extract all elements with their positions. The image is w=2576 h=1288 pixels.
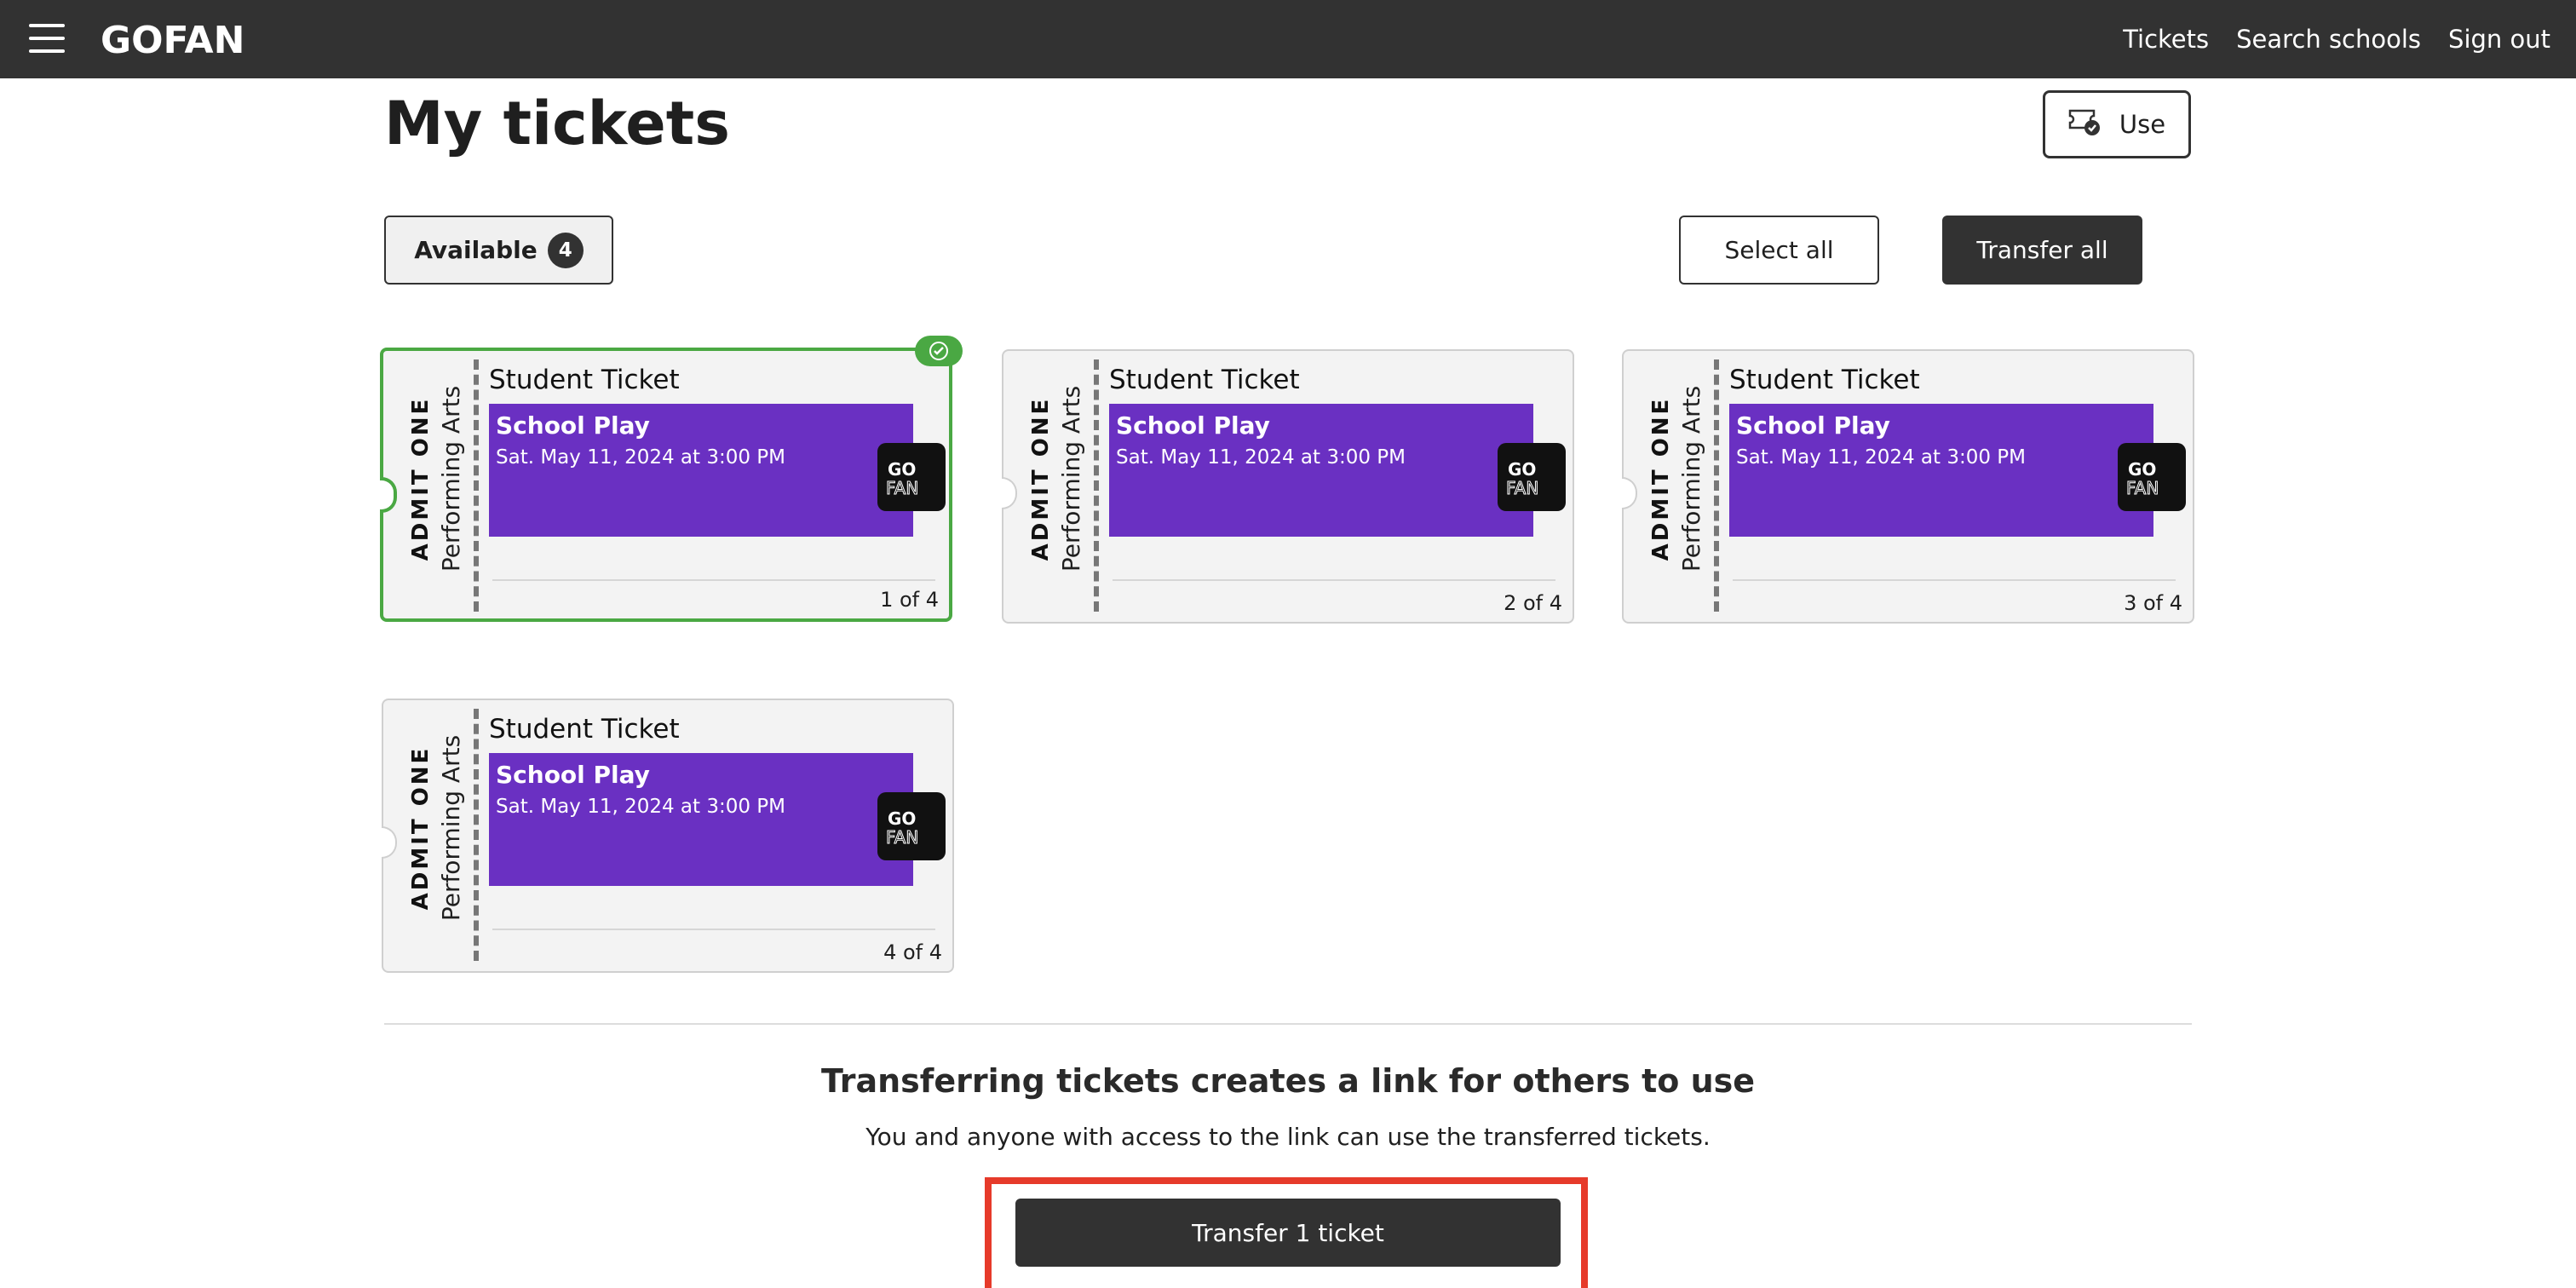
svg-text:GO: GO xyxy=(1508,459,1536,480)
nav-link-sign-out[interactable]: Sign out xyxy=(2448,25,2550,54)
event-date: Sat. May 11, 2024 at 3:00 PM xyxy=(496,796,786,818)
svg-text:FAN: FAN xyxy=(1506,478,1538,497)
selected-check-icon xyxy=(915,336,963,366)
ticket-category: Performing Arts xyxy=(437,734,465,922)
select-all-button[interactable]: Select all xyxy=(1679,216,1879,285)
gofan-badge-icon: GO FAN xyxy=(2118,443,2186,511)
ticket-stub: ADMIT ONE Performing Arts xyxy=(399,700,474,971)
ticket-category: Performing Arts xyxy=(1057,385,1085,572)
admit-label: ADMIT ONE xyxy=(1648,396,1674,561)
top-nav-bar: GOFAN Tickets Search schools Sign out xyxy=(0,0,2576,78)
transfer-info-title: Transferring tickets creates a link for … xyxy=(820,1062,1756,1100)
ticket-count: 1 of 4 xyxy=(880,588,939,612)
ticket-count: 4 of 4 xyxy=(883,940,942,964)
svg-text:GOFAN: GOFAN xyxy=(101,19,244,60)
use-button[interactable]: Use xyxy=(2043,90,2191,158)
admit-label: ADMIT ONE xyxy=(408,745,434,911)
event-name: School Play xyxy=(496,411,650,440)
event-name: School Play xyxy=(1736,411,1890,440)
ticket-type: Student Ticket xyxy=(1729,365,1920,395)
svg-text:FAN: FAN xyxy=(2126,478,2159,497)
ticket-card[interactable]: ADMIT ONE Performing Arts Student Ticket… xyxy=(380,336,963,622)
perforation-divider xyxy=(1714,359,1719,612)
svg-text:FAN: FAN xyxy=(886,827,918,847)
event-date: Sat. May 11, 2024 at 3:00 PM xyxy=(1116,446,1406,469)
svg-text:GO: GO xyxy=(2128,459,2156,480)
svg-text:GO: GO xyxy=(888,459,916,480)
ticket-type: Student Ticket xyxy=(489,714,680,745)
event-card: School Play Sat. May 11, 2024 at 3:00 PM xyxy=(1109,404,1533,537)
tab-available[interactable]: Available 4 xyxy=(384,216,613,285)
event-name: School Play xyxy=(1116,411,1270,440)
nav-link-search-schools[interactable]: Search schools xyxy=(2236,25,2421,54)
use-button-label: Use xyxy=(2119,110,2166,139)
ticket-stub: ADMIT ONE Performing Arts xyxy=(399,351,474,618)
ticket-category: Performing Arts xyxy=(1677,385,1705,572)
ticket-type: Student Ticket xyxy=(1109,365,1300,395)
available-count-badge: 4 xyxy=(547,232,584,268)
event-date: Sat. May 11, 2024 at 3:00 PM xyxy=(1736,446,2027,469)
admit-label: ADMIT ONE xyxy=(408,396,434,561)
perforation-divider xyxy=(1094,359,1099,612)
perforation-divider xyxy=(474,709,479,961)
event-name: School Play xyxy=(496,761,650,789)
ticket-card[interactable]: ADMIT ONE Performing Arts Student Ticket… xyxy=(382,699,954,973)
svg-text:GO: GO xyxy=(888,808,916,829)
transfer-info-subtitle: You and anyone with access to the link c… xyxy=(865,1123,1711,1151)
perforation-divider xyxy=(474,359,479,612)
transfer-all-button[interactable]: Transfer all xyxy=(1942,216,2142,285)
gofan-badge-icon: GO FAN xyxy=(877,443,946,511)
hamburger-menu-icon[interactable] xyxy=(29,24,65,53)
page-title: My tickets xyxy=(384,89,730,158)
ticket-check-icon xyxy=(2068,107,2102,142)
event-card: School Play Sat. May 11, 2024 at 3:00 PM xyxy=(489,404,913,537)
tab-available-label: Available xyxy=(414,236,538,264)
event-card: School Play Sat. May 11, 2024 at 3:00 PM xyxy=(1729,404,2153,537)
section-divider xyxy=(384,1023,2192,1025)
nav-links: Tickets Search schools Sign out xyxy=(2123,0,2550,78)
admit-label: ADMIT ONE xyxy=(1028,396,1054,561)
ticket-count: 2 of 4 xyxy=(1504,591,1562,615)
ticket-count: 3 of 4 xyxy=(2124,591,2182,615)
gofan-badge-icon: GO FAN xyxy=(877,792,946,860)
ticket-stub: ADMIT ONE Performing Arts xyxy=(1639,351,1714,622)
nav-link-tickets[interactable]: Tickets xyxy=(2123,25,2209,54)
transfer-ticket-button[interactable]: Transfer 1 ticket xyxy=(1015,1199,1561,1267)
gofan-badge-icon: GO FAN xyxy=(1498,443,1566,511)
ticket-stub: ADMIT ONE Performing Arts xyxy=(1019,351,1094,622)
ticket-card[interactable]: ADMIT ONE Performing Arts Student Ticket… xyxy=(1622,349,2194,624)
svg-text:FAN: FAN xyxy=(886,478,918,497)
gofan-logo[interactable]: GOFAN xyxy=(101,19,286,62)
event-card: School Play Sat. May 11, 2024 at 3:00 PM xyxy=(489,753,913,886)
ticket-type: Student Ticket xyxy=(489,365,680,395)
ticket-category: Performing Arts xyxy=(437,385,465,572)
ticket-card[interactable]: ADMIT ONE Performing Arts Student Ticket… xyxy=(1002,349,1574,624)
event-date: Sat. May 11, 2024 at 3:00 PM xyxy=(496,446,786,469)
